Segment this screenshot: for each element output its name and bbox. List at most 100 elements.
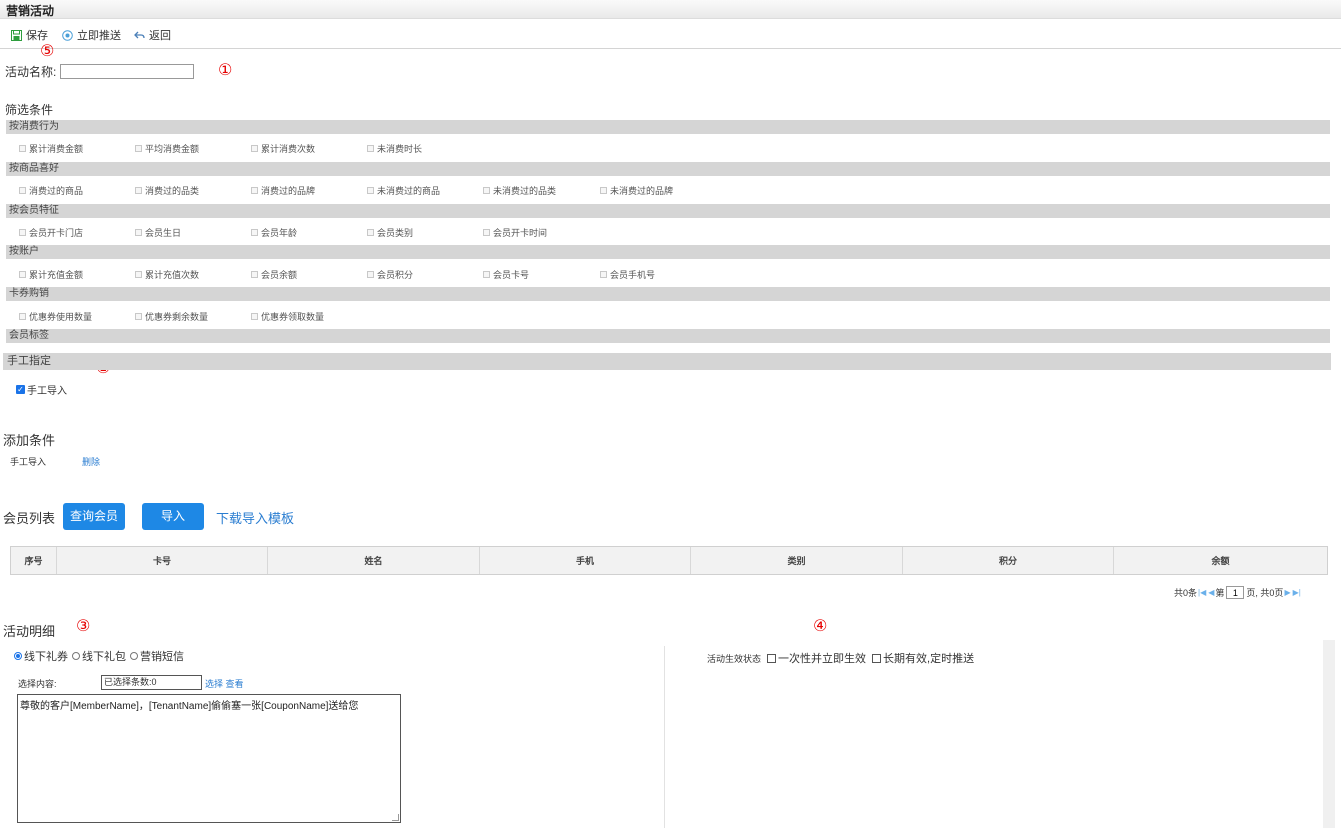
filter-option[interactable]: 会员类别 (367, 226, 413, 239)
filter-option[interactable]: 优惠券领取数量 (251, 310, 324, 323)
next-page-icon[interactable]: ▶ (1284, 588, 1290, 597)
checkbox[interactable] (135, 229, 142, 236)
filter-option[interactable]: 未消费过的品牌 (600, 184, 673, 197)
filter-option[interactable]: 会员余额 (251, 268, 297, 281)
checkbox[interactable] (367, 229, 374, 236)
filter-option[interactable]: 会员开卡时间 (483, 226, 547, 239)
status-label: 活动生效状态 (707, 653, 762, 664)
radio-offline-coupon[interactable] (14, 652, 22, 660)
filter-option[interactable]: 会员手机号 (600, 268, 655, 281)
pager-page-prefix: 第 (1215, 588, 1225, 598)
filter-option[interactable]: 消费过的品牌 (251, 184, 315, 197)
checkbox[interactable] (367, 271, 374, 278)
filter-option[interactable]: 累计充值金额 (19, 268, 83, 281)
checkbox[interactable] (483, 187, 490, 194)
checkbox[interactable] (251, 313, 258, 320)
filter-option[interactable]: 优惠券剩余数量 (135, 310, 208, 323)
radio-sms[interactable] (130, 652, 138, 660)
activity-name-label: 活动名称: (5, 65, 57, 79)
checkbox[interactable] (19, 187, 26, 194)
filter-category-tags: 会员标签 (6, 329, 1330, 343)
import-button[interactable]: 导入 (142, 503, 204, 530)
checkbox[interactable] (251, 271, 258, 278)
column-header[interactable]: 序号 (11, 547, 57, 574)
filter-option[interactable]: 累计充值次数 (135, 268, 199, 281)
filter-option[interactable]: 消费过的品类 (135, 184, 199, 197)
added-condition-name: 手工导入 (10, 457, 47, 467)
checkbox[interactable] (135, 271, 142, 278)
checkbox-immediate[interactable] (767, 653, 777, 663)
filter-option[interactable]: 累计消费次数 (251, 142, 315, 155)
marker-1: ① (218, 60, 233, 79)
status-option-scheduled: 长期有效,定时推送 (883, 653, 975, 665)
checkbox[interactable] (483, 271, 490, 278)
message-textarea[interactable]: 尊敬的客户[MemberName]，[TenantName]偷偷塞一张[Coup… (17, 694, 401, 823)
checkbox[interactable] (600, 271, 607, 278)
column-header[interactable]: 手机 (480, 547, 691, 574)
checkbox[interactable] (19, 313, 26, 320)
radio-offline-gift[interactable] (72, 652, 80, 660)
prev-page-icon[interactable]: ◀ (1208, 588, 1214, 597)
manual-import-option[interactable]: ✓ 手工导入 (16, 382, 67, 397)
filter-category-consumption: 按消费行为 (6, 120, 1330, 134)
column-header[interactable]: 卡号 (57, 547, 268, 574)
checkbox[interactable] (251, 229, 258, 236)
back-button[interactable]: 返回 (133, 27, 171, 43)
filter-category-manual: 手工指定 (3, 353, 1331, 370)
view-link[interactable]: 查看 (226, 679, 244, 689)
filter-option[interactable]: 未消费时长 (367, 142, 422, 155)
checkbox[interactable] (600, 187, 607, 194)
checkbox[interactable] (367, 187, 374, 194)
activity-status-row: 活动生效状态 一次性并立即生效 长期有效,定时推送 (707, 650, 974, 666)
checkbox[interactable] (19, 145, 26, 152)
resize-grip-icon[interactable] (392, 814, 399, 821)
checkbox[interactable] (135, 313, 142, 320)
filter-option[interactable]: 未消费过的品类 (483, 184, 556, 197)
checkbox-checked[interactable]: ✓ (16, 385, 25, 394)
selected-count-field: 已选择条数:0 (101, 675, 202, 690)
checkbox[interactable] (19, 229, 26, 236)
filter-option[interactable]: 会员积分 (367, 268, 413, 281)
filter-option[interactable]: 会员年龄 (251, 226, 297, 239)
download-template-link[interactable]: 下载导入模板 (216, 508, 294, 527)
member-table-header: 序号 卡号 姓名 手机 类别 积分 余额 (10, 546, 1328, 575)
checkbox[interactable] (19, 271, 26, 278)
column-header[interactable]: 余额 (1114, 547, 1327, 574)
checkbox[interactable] (135, 145, 142, 152)
marker-3: ③ (76, 616, 91, 635)
vertical-scrollbar[interactable] (1323, 640, 1335, 828)
checkbox[interactable] (251, 187, 258, 194)
column-header[interactable]: 姓名 (268, 547, 480, 574)
column-header[interactable]: 积分 (903, 547, 1114, 574)
filter-option[interactable]: 优惠券使用数量 (19, 310, 92, 323)
select-link[interactable]: 选择 (205, 679, 223, 689)
checkbox-scheduled[interactable] (872, 653, 882, 663)
page-number-input[interactable] (1226, 586, 1245, 599)
filter-category-account: 按账户 (6, 245, 1330, 259)
radio-label: 线下礼券 (24, 651, 68, 663)
window-title: 营销活动 (6, 4, 55, 18)
filter-option[interactable]: 会员生日 (135, 226, 181, 239)
push-icon (61, 29, 73, 41)
checkbox[interactable] (135, 187, 142, 194)
activity-name-input[interactable] (60, 64, 195, 79)
push-now-label: 立即推送 (77, 30, 121, 42)
checkbox[interactable] (483, 229, 490, 236)
pager: 共0条 |◀ ◀ 第 页, 共0页 ▶ ▶| (1174, 586, 1302, 599)
first-page-icon[interactable]: |◀ (1198, 588, 1206, 597)
filter-option[interactable]: 未消费过的商品 (367, 184, 440, 197)
last-page-icon[interactable]: ▶| (1293, 588, 1301, 597)
filter-option[interactable]: 平均消费金额 (135, 142, 199, 155)
filter-option[interactable]: 会员开卡门店 (19, 226, 83, 239)
filter-option[interactable]: 累计消费金额 (19, 142, 83, 155)
toolbar: 保存 立即推送 返回 (0, 19, 1341, 49)
query-member-button[interactable]: 查询会员 (63, 503, 125, 530)
column-header[interactable]: 类别 (691, 547, 903, 574)
push-now-button[interactable]: 立即推送 (61, 27, 121, 43)
filter-option[interactable]: 消费过的商品 (19, 184, 83, 197)
checkbox[interactable] (367, 145, 374, 152)
checkbox[interactable] (251, 145, 258, 152)
filter-option[interactable]: 会员卡号 (483, 268, 529, 281)
delete-condition-link[interactable]: 删除 (82, 455, 100, 468)
member-list-title: 会员列表 (3, 511, 56, 526)
